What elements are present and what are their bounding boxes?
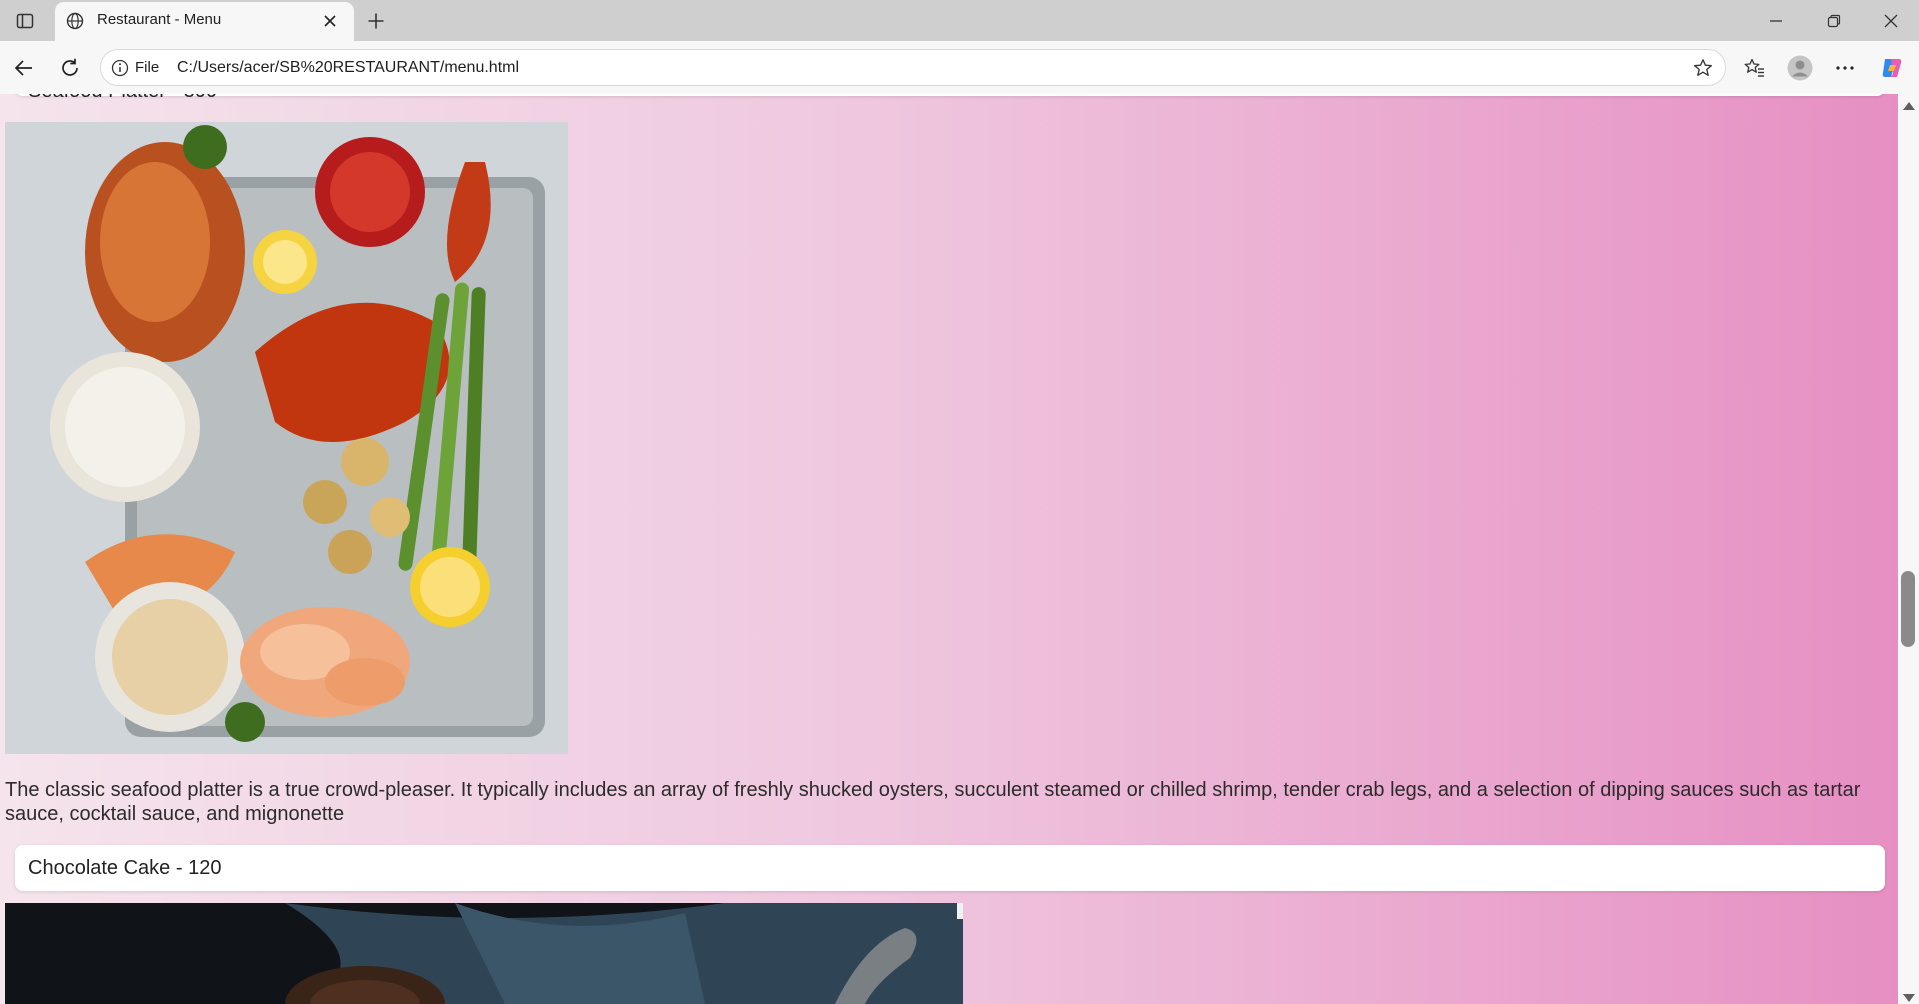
plus-icon[interactable] [363,8,389,34]
menu-item-card-chocolate-cake: Chocolate Cake - 120 [15,845,1885,891]
chocolate-cake-image [5,903,963,1004]
browser-toolbar: File C:/Users/acer/SB%20RESTAURANT/menu.… [0,41,1919,94]
star-icon[interactable] [1691,56,1715,80]
scroll-up-arrow-icon[interactable] [1903,102,1915,110]
globe-icon [64,10,86,32]
scroll-down-arrow-icon[interactable] [1903,994,1915,1002]
profile-avatar-icon[interactable] [1785,53,1815,83]
vertical-scrollbar[interactable] [1898,94,1919,1004]
seafood-description: The classic seafood platter is a true cr… [5,779,1861,825]
arrow-left-icon[interactable] [9,53,39,83]
url-text[interactable]: C:/Users/acer/SB%20RESTAURANT/menu.html [177,59,519,77]
restore-icon[interactable] [1821,8,1847,34]
copilot-icon[interactable] [1877,53,1907,83]
favorites-list-icon[interactable] [1740,53,1770,83]
menu-item-card-seafood-platter: Seafood Platter - 300 [15,94,1885,102]
close-window-icon[interactable] [1878,8,1904,34]
scheme-label: File [135,59,160,76]
menu-item-title: Seafood Platter - 300 [28,94,217,103]
scrollbar-thumb[interactable] [1901,571,1915,647]
sidebar-toggle-icon[interactable] [12,8,38,34]
refresh-icon[interactable] [55,53,85,83]
menu-item-title: Chocolate Cake - 120 [28,857,222,879]
page-content: Seafood Platter - 300 [0,94,1898,1004]
active-tab[interactable]: Restaurant - Menu [55,2,354,41]
tab-title: Restaurant - Menu [97,11,222,28]
minimize-icon[interactable] [1763,8,1789,34]
close-icon[interactable] [319,10,341,32]
seafood-platter-image [5,122,568,754]
info-icon[interactable] [111,59,129,77]
tab-strip: Restaurant - Menu [0,0,1919,41]
address-bar[interactable]: File C:/Users/acer/SB%20RESTAURANT/menu.… [100,49,1726,86]
more-dots-icon[interactable] [1830,53,1860,83]
